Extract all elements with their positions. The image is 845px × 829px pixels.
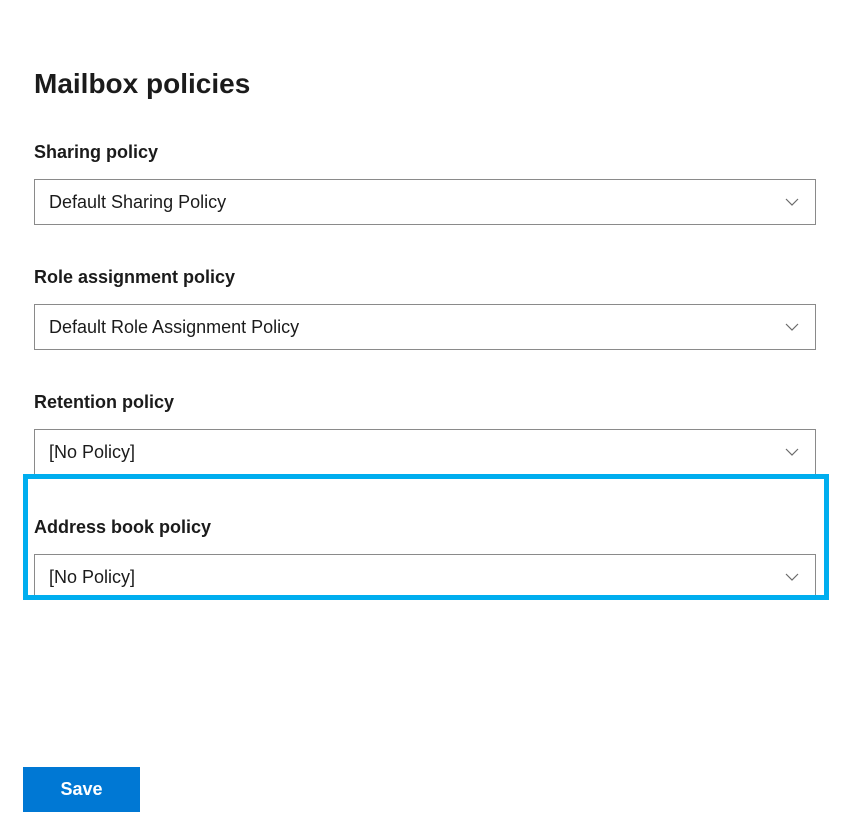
chevron-down-icon [785, 320, 799, 334]
role-assignment-policy-value: Default Role Assignment Policy [49, 317, 785, 338]
retention-policy-label: Retention policy [34, 392, 811, 413]
address-book-policy-select[interactable]: [No Policy] [34, 554, 816, 600]
address-book-policy-field: Address book policy [No Policy] [34, 517, 811, 600]
chevron-down-icon [785, 445, 799, 459]
sharing-policy-value: Default Sharing Policy [49, 192, 785, 213]
sharing-policy-field: Sharing policy Default Sharing Policy [34, 142, 811, 225]
retention-policy-select[interactable]: [No Policy] [34, 429, 816, 475]
retention-policy-field: Retention policy [No Policy] [34, 392, 811, 475]
chevron-down-icon [785, 570, 799, 584]
role-assignment-policy-select[interactable]: Default Role Assignment Policy [34, 304, 816, 350]
page-title: Mailbox policies [34, 68, 811, 100]
role-assignment-policy-field: Role assignment policy Default Role Assi… [34, 267, 811, 350]
address-book-policy-value: [No Policy] [49, 567, 785, 588]
save-button[interactable]: Save [23, 767, 140, 812]
role-assignment-policy-label: Role assignment policy [34, 267, 811, 288]
address-book-policy-label: Address book policy [34, 517, 811, 538]
retention-policy-value: [No Policy] [49, 442, 785, 463]
chevron-down-icon [785, 195, 799, 209]
sharing-policy-select[interactable]: Default Sharing Policy [34, 179, 816, 225]
sharing-policy-label: Sharing policy [34, 142, 811, 163]
